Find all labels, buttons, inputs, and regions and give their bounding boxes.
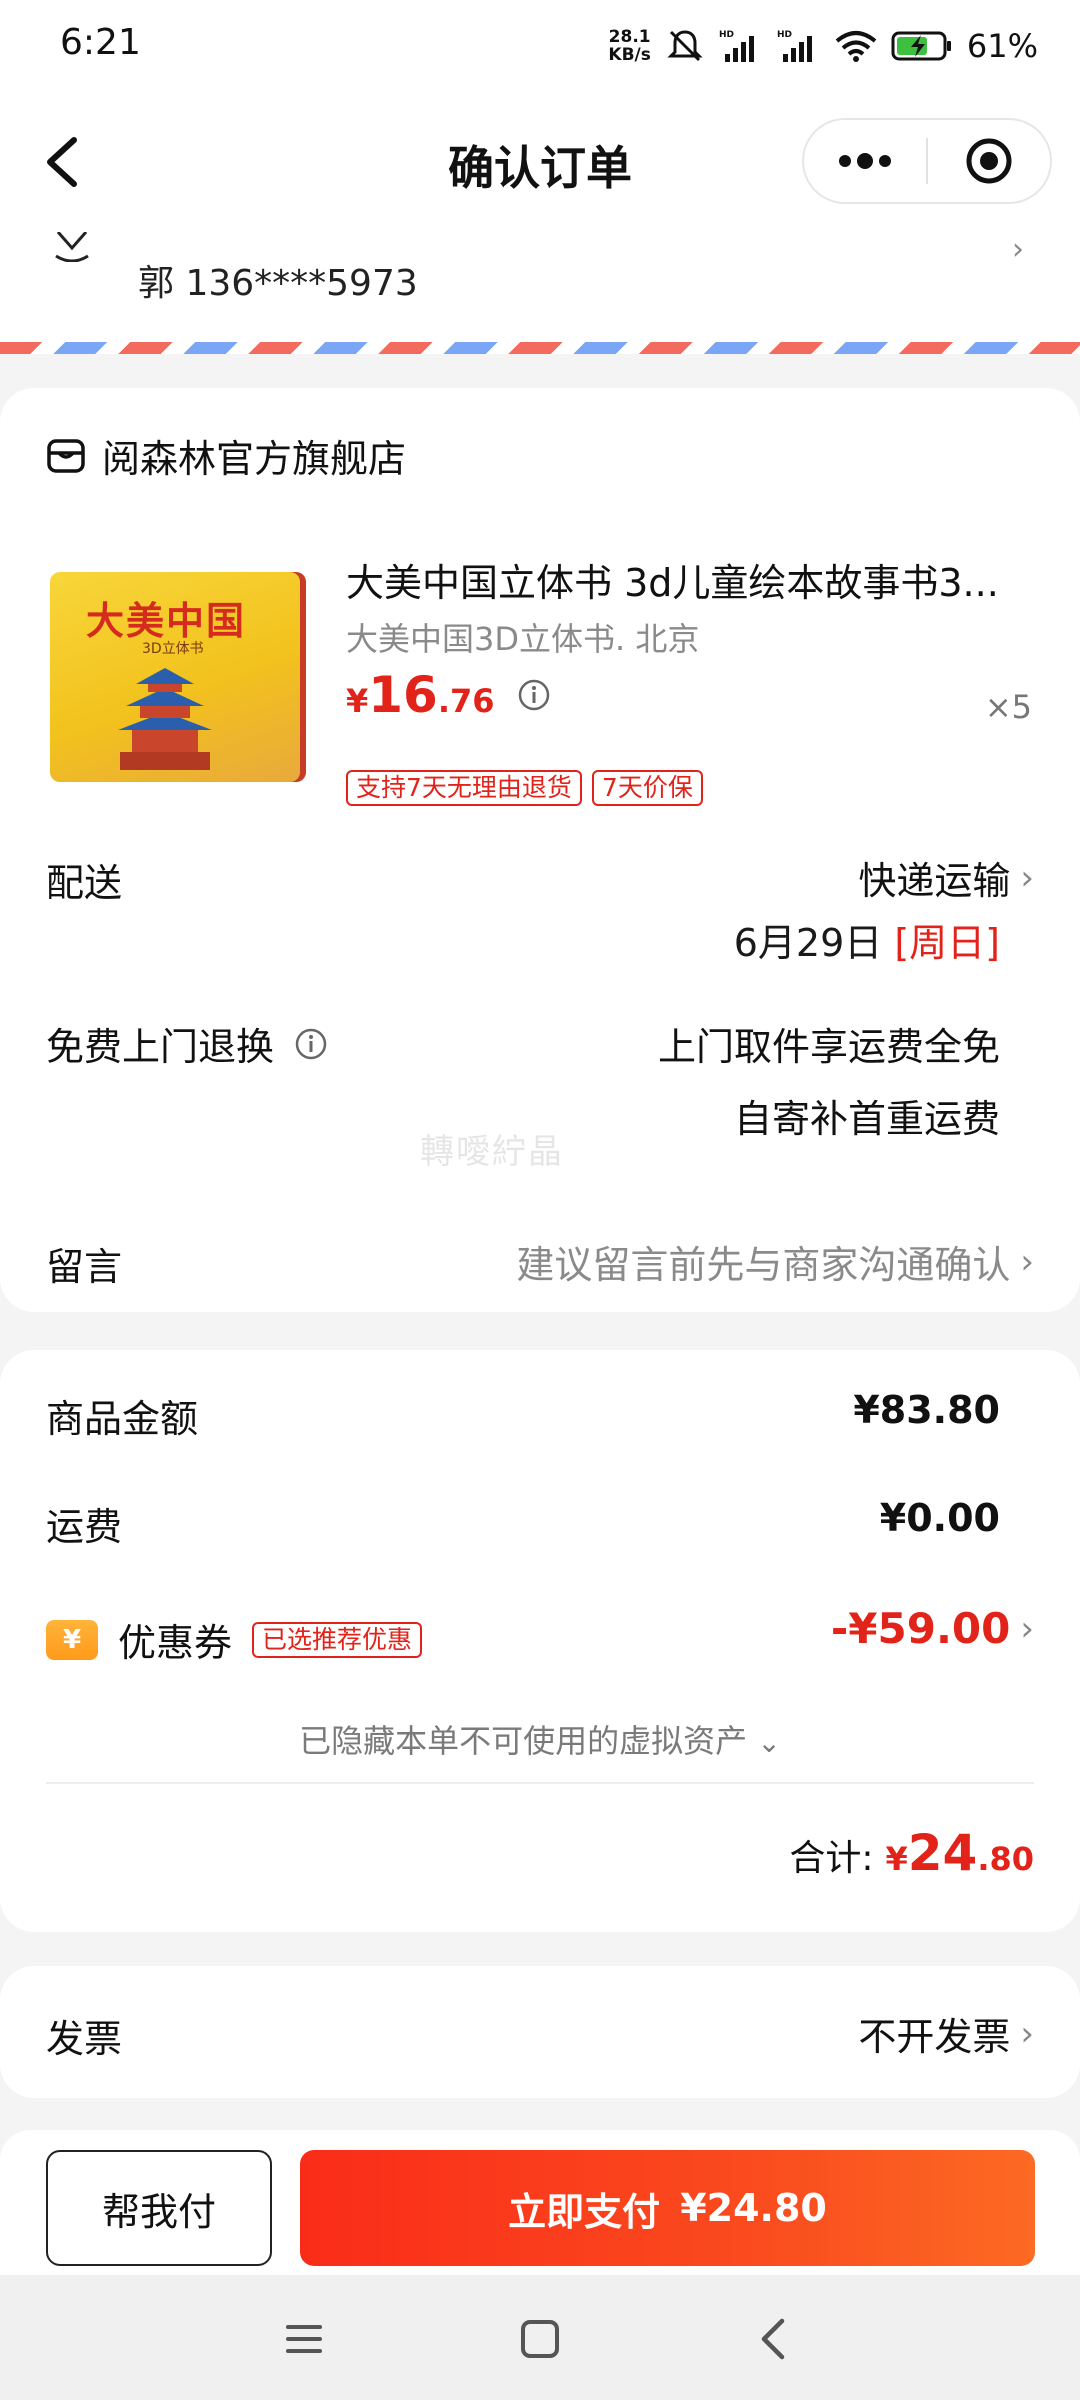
delivery-method-row[interactable]: 快递运输 › [858, 850, 1034, 905]
return-info-icon[interactable] [294, 1027, 328, 1061]
message-label: 留言 [46, 1245, 123, 1289]
title-bar: 确认订单 [0, 92, 1080, 232]
more-dots-icon [839, 153, 891, 169]
thumbnail-title: 大美中国 [86, 599, 247, 643]
hidden-assets-toggle[interactable]: 已隐藏本单不可使用的虚拟资产 ⌄ [0, 1716, 1080, 1762]
invoice-label: 发票 [46, 2017, 123, 2061]
pay-now-button[interactable]: 立即支付 ¥24.80 [300, 2150, 1035, 2266]
coupon-value: -¥59.00 [830, 1604, 1011, 1653]
help-me-pay-button[interactable]: 帮我付 [46, 2150, 272, 2266]
signal-1-icon: HD [719, 30, 754, 62]
network-speed-unit: KB/s [608, 45, 651, 65]
product-title[interactable]: 大美中国立体书 3d儿童绘本故事书3... [346, 552, 1036, 607]
coupon-label: 优惠券 [118, 1621, 233, 1665]
network-speed: 28.1 KB/s [608, 28, 650, 64]
thumbnail-subtitle: 3D立体书 [142, 641, 204, 657]
more-button[interactable] [804, 118, 926, 204]
chevron-right-icon: › [1020, 1241, 1034, 1282]
nav-back-button[interactable] [742, 2307, 806, 2371]
invoice-card[interactable]: 发票 不开发票 › [0, 1966, 1080, 2098]
pay-now-label: 立即支付 [508, 2189, 661, 2234]
price-symbol: ¥ [346, 682, 369, 720]
temple-illustration [118, 668, 212, 770]
close-mini-program-button[interactable] [928, 118, 1050, 204]
product-thumbnail[interactable]: 大美中国 3D立体书 [50, 572, 306, 782]
target-icon [966, 138, 1012, 184]
total-integer: 24 [907, 1824, 978, 1882]
order-total: 合计: ¥ 24 .80 [789, 1824, 1034, 1882]
airmail-border [0, 342, 1080, 354]
delivery-label: 配送 [46, 861, 123, 905]
hidden-assets-text: 已隐藏本单不可使用的虚拟资产 [299, 1722, 748, 1760]
message-input[interactable]: 建议留言前先与商家沟通确认 › [516, 1234, 1034, 1289]
total-symbol: ¥ [885, 1840, 908, 1878]
chevron-right-icon: › [1012, 232, 1024, 267]
tag-price-protection: 7天价保 [591, 770, 703, 806]
price-integer: 16 [368, 666, 438, 724]
product-quantity: ×5 [984, 688, 1032, 726]
return-line-2: 自寄补首重运费 [733, 1097, 1000, 1141]
chevron-right-icon: › [1020, 1608, 1034, 1649]
nav-home-button[interactable] [508, 2307, 572, 2371]
bottom-action-bar: 帮我付 立即支付 ¥24.80 [0, 2130, 1080, 2275]
svg-text:HD: HD [719, 30, 734, 40]
menu-icon [286, 2325, 322, 2353]
coupon-row-label: ¥ 优惠券 已选推荐优惠 [46, 1612, 423, 1667]
service-tags: 支持7天无理由退货 7天价保 [346, 770, 703, 806]
goods-amount-value: ¥83.80 [853, 1388, 1000, 1432]
status-bar: 6:21 28.1 KB/s HD HD 61% [0, 0, 1080, 92]
product-spec: 大美中国3D立体书. 北京 [346, 620, 700, 658]
delivery-method: 快递运输 [858, 859, 1011, 903]
battery-percent: 61% [966, 27, 1038, 65]
price-decimal: .76 [437, 682, 495, 720]
signal-2-icon: HD [777, 30, 812, 62]
total-label: 合计: [789, 1838, 874, 1879]
address-contact: 郭 136****5973 [138, 263, 418, 304]
invoice-value: 不开发票 [858, 2015, 1011, 2059]
return-line-1: 上门取件享运费全免 [657, 1025, 1000, 1069]
shipping-label: 运费 [46, 1505, 123, 1549]
address-section[interactable]: 郭 136****5973 › [0, 232, 1080, 342]
store-name: 阅森林官方旗舰店 [102, 437, 407, 481]
svg-text:HD: HD [777, 30, 792, 40]
system-nav-bar [0, 2275, 1080, 2400]
total-decimal: .80 [977, 1840, 1034, 1878]
delivery-weekday: [周日] [894, 921, 1000, 965]
chevron-right-icon: › [1020, 857, 1034, 898]
return-service-label: 免费上门退换 [46, 1025, 275, 1069]
home-square-icon [521, 2320, 559, 2358]
summary-divider [46, 1782, 1034, 1784]
battery-charging-icon [891, 31, 951, 61]
shipping-value: ¥0.00 [879, 1496, 1000, 1540]
delivery-date: 6月29日 [733, 921, 883, 965]
invoice-value-row: 不开发票 › [858, 2006, 1034, 2061]
coupon-recommended-tag: 已选推荐优惠 [252, 1621, 423, 1658]
nav-back-icon [761, 2318, 785, 2360]
watermark: 轉噯紵晶 [420, 1132, 564, 1172]
wifi-icon [835, 31, 877, 62]
chevron-right-icon: › [1020, 2013, 1034, 2054]
status-icons: 28.1 KB/s HD HD 61% [608, 22, 1038, 70]
nav-menu-button[interactable] [272, 2307, 336, 2371]
coupon-value-row[interactable]: -¥59.00 › [831, 1604, 1034, 1653]
store-icon [47, 438, 85, 473]
tag-7-day-return: 支持7天无理由退货 [346, 770, 582, 806]
location-pin-icon [55, 232, 89, 262]
price-info-icon[interactable] [517, 678, 551, 712]
delivery-date-row[interactable]: 6月29日 [周日] [734, 912, 1000, 967]
price-summary-card: 商品金额 ¥83.80 运费 ¥0.00 ¥ 优惠券 已选推荐优惠 -¥59.0… [0, 1350, 1080, 1932]
store-header[interactable]: 阅森林官方旗舰店 [46, 428, 406, 483]
goods-amount-label: 商品金额 [46, 1397, 199, 1441]
mini-program-capsule [802, 118, 1052, 204]
status-time: 6:21 [60, 22, 141, 63]
mute-icon [667, 30, 703, 62]
product-price: ¥ 16 .76 [346, 666, 551, 724]
return-service-row: 免费上门退换 [46, 1016, 328, 1071]
message-placeholder: 建议留言前先与商家沟通确认 [516, 1243, 1011, 1287]
chevron-down-icon: ⌄ [757, 1726, 781, 1759]
order-card: 阅森林官方旗舰店 大美中国 3D立体书 大美中国立体书 3d儿童绘本故事书3..… [0, 388, 1080, 1312]
network-speed-value: 28.1 [608, 27, 651, 47]
coupon-icon: ¥ [46, 1619, 98, 1660]
pay-now-amount: ¥24.80 [680, 2186, 827, 2230]
